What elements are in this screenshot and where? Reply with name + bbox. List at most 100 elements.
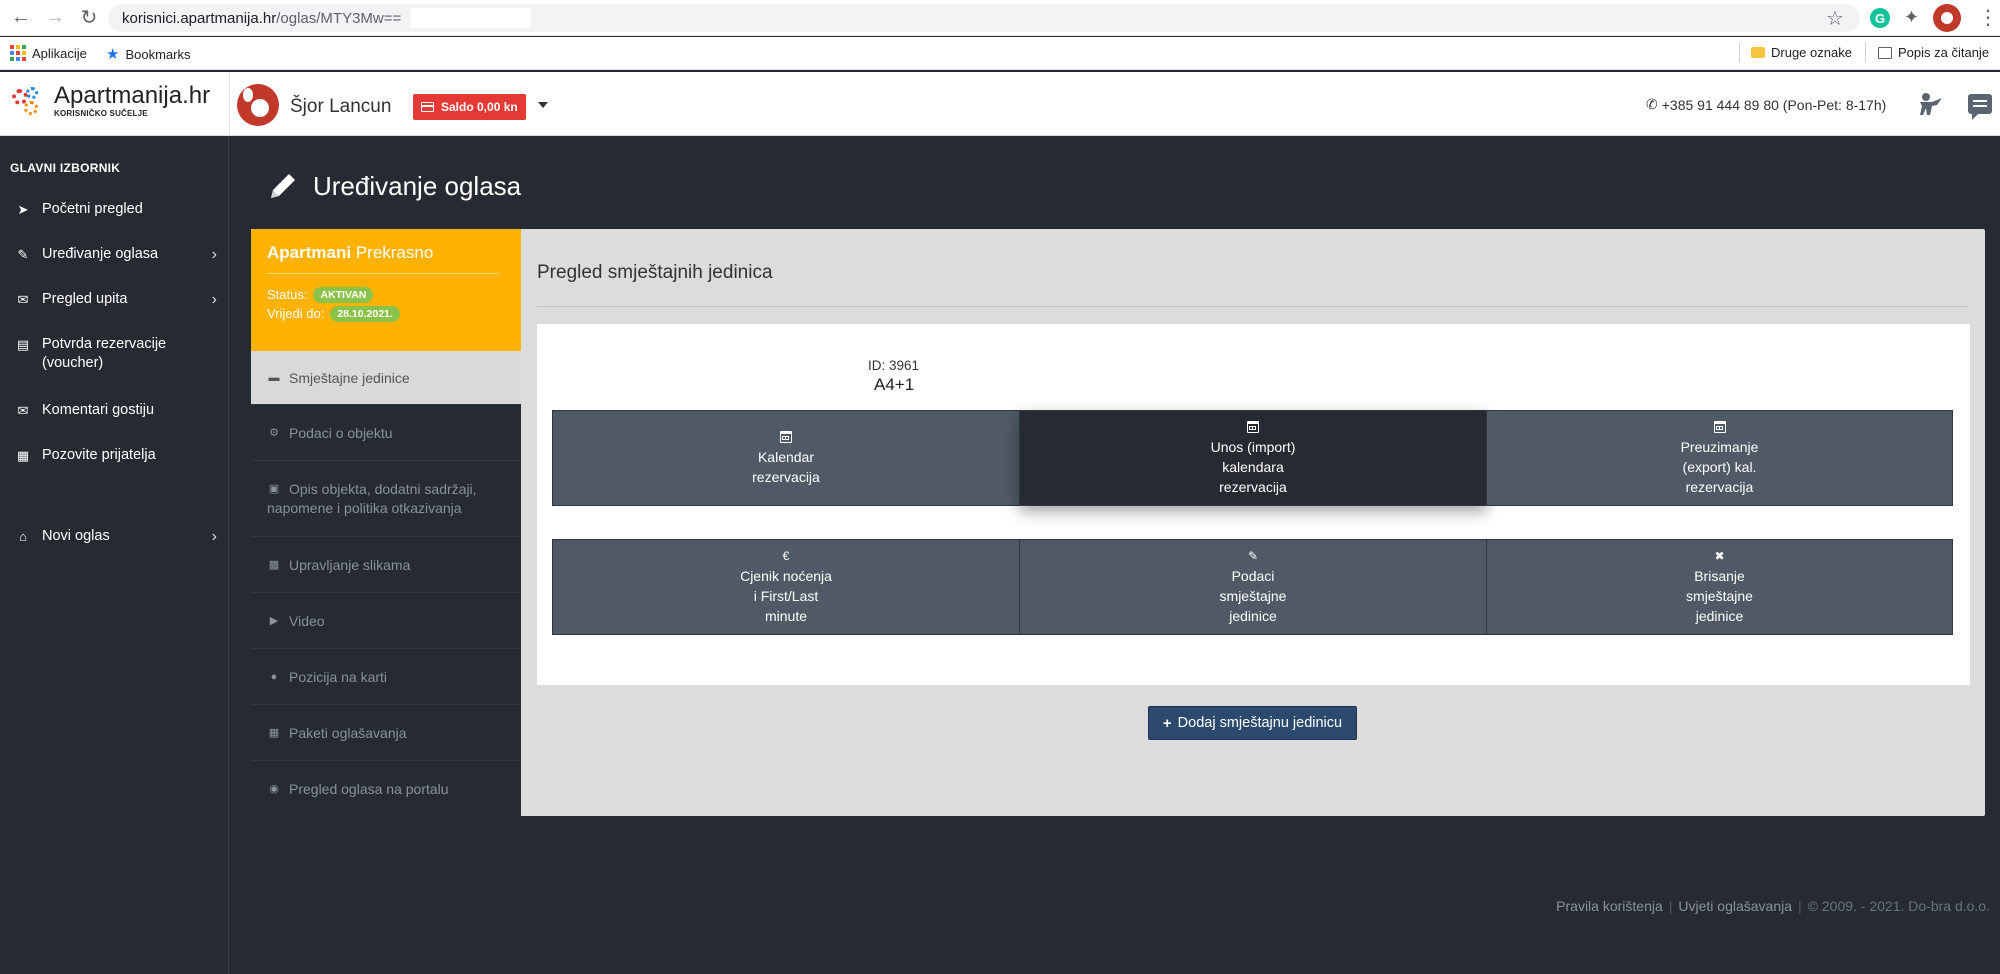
status-row: Status: AKTIVAN: [267, 285, 505, 304]
listing-nav-label: Paketi oglašavanja: [289, 725, 407, 741]
rocket-icon: ➤: [17, 202, 29, 217]
footer-link-uvjeti[interactable]: Uvjeti oglašavanja: [1678, 898, 1792, 914]
tile-label-line: kalendara: [1222, 459, 1284, 475]
app-header: Apartmanija.hr KORISNIČKO SUČELJE Šjor L…: [0, 72, 2000, 136]
plus-icon: +: [1162, 714, 1172, 732]
tile-label-line: rezervacija: [1219, 479, 1287, 495]
tile-label-line: Unos (import): [1210, 439, 1296, 455]
tile-label-line: (export) kal.: [1682, 459, 1757, 475]
address-bar[interactable]: korisnici.apartmanija.hr/oglas/MTY3Mw==: [108, 4, 1860, 32]
status-badge: AKTIVAN: [313, 286, 374, 303]
listing-nav-pozicija-na-karti[interactable]: ● Pozicija na karti: [251, 649, 521, 705]
caret-down-icon[interactable]: [538, 102, 548, 108]
cubes-icon: ▦: [268, 727, 280, 739]
id-card-icon: ▤: [16, 337, 30, 352]
tile-preuzimanje-kalendara[interactable]: Preuzimanje (export) kal. rezervacija: [1486, 410, 1953, 506]
profile-avatar-icon[interactable]: [1933, 4, 1961, 32]
bookmark-star-icon[interactable]: ☆: [1826, 6, 1844, 31]
back-icon[interactable]: ←: [6, 3, 36, 33]
content-title: Pregled smještajnih jedinica: [537, 262, 773, 283]
listing-nav-label: Smještajne jedinice: [289, 370, 410, 386]
content-divider: [537, 306, 1969, 307]
page-title: Uređivanje oglasa: [267, 170, 521, 202]
tile-label-line: Podaci: [1231, 568, 1275, 584]
listing-nav-label: Podaci o objektu: [289, 425, 393, 441]
calendar-icon: [1247, 421, 1259, 433]
tile-unos-kalendara[interactable]: Unos (import) kalendara rezervacija: [1019, 410, 1487, 506]
star-icon: ★: [106, 46, 120, 63]
chevron-right-icon: ›: [211, 291, 217, 308]
sidebar-item-label: Pregled upita: [42, 291, 128, 307]
saldo-button[interactable]: Saldo 0,00 kn: [413, 94, 526, 120]
listing-nav-paketi-oglasavanja[interactable]: ▦ Paketi oglašavanja: [251, 705, 521, 761]
footer-link-pravila[interactable]: Pravila korištenja: [1556, 898, 1663, 914]
bookmark-bookmarks[interactable]: ★ Bookmarks: [106, 45, 190, 63]
close-icon: ✖: [1714, 549, 1725, 563]
tile-cjenik-nocenja[interactable]: € Cjenik noćenja i First/Last minute: [552, 539, 1020, 635]
folder-icon: [1751, 47, 1765, 58]
bookmark-other[interactable]: Druge oznake: [1751, 45, 1852, 60]
tile-label-line: minute: [764, 608, 808, 624]
gift-icon: ▦: [16, 448, 30, 463]
sidebar-item-pocetni-pregled[interactable]: ➤ Početni pregled: [12, 200, 217, 219]
footer-copyright: © 2009. - 2021. Do-bra d.o.o.: [1807, 898, 1990, 914]
user-name[interactable]: Šjor Lancun: [290, 96, 391, 118]
pencil-icon: ✎: [17, 247, 29, 262]
sidebar-item-label: Uređivanje oglasa: [42, 246, 159, 262]
video-icon: ▶: [269, 615, 279, 627]
kebab-menu-icon[interactable]: ⋮: [1978, 5, 1998, 30]
listing-nav-pregled-oglasa[interactable]: ◉ Pregled oglasa na portalu: [251, 761, 521, 816]
bookmarks-divider: [1739, 43, 1740, 63]
reload-icon[interactable]: ↻: [74, 3, 104, 33]
tile-label-line: Brisanje: [1694, 568, 1745, 584]
listing-nav-smjestajne-jedinice[interactable]: ▬ Smještajne jedinice: [251, 351, 521, 405]
sidebar-item-label: Pozovite prijatelja: [42, 447, 156, 463]
user-avatar[interactable]: [237, 84, 279, 126]
unit-name: A4+1: [874, 375, 915, 394]
calendar-icon: [1713, 421, 1726, 433]
tile-brisanje-jedinice[interactable]: ✖ Brisanje smještajne jedinice: [1486, 539, 1953, 635]
url-redaction: [411, 8, 532, 28]
add-unit-button[interactable]: + Dodaj smještajnu jedinicu: [1148, 706, 1357, 740]
sidebar-item-uredivanje-oglasa[interactable]: ✎ Uređivanje oglasa ›: [12, 245, 217, 264]
sidebar-item-komentari-gostiju[interactable]: ✉ Komentari gostiju: [12, 401, 217, 420]
logo-gears-icon: [10, 85, 42, 117]
unit-id: ID: 3961: [868, 358, 920, 373]
sidebar-item-pozovite-prijatelja[interactable]: ▦ Pozovite prijatelja: [12, 446, 217, 465]
chevron-right-icon: ›: [211, 246, 217, 263]
url-path: /oglas/MTY3Mw==: [276, 9, 402, 27]
reading-list[interactable]: Popis za čitanje: [1878, 45, 1989, 60]
phone-icon: ✆: [1646, 96, 1658, 112]
sidebar-item-novi-oglas[interactable]: ⌂ Novi oglas ›: [12, 527, 217, 546]
chat-icon[interactable]: [1968, 94, 1992, 120]
listing-nav-label: Video: [289, 613, 325, 629]
logo-subtitle: KORISNIČKO SUČELJE: [54, 109, 148, 118]
sidebar-item-potvrda-rezervacije[interactable]: ▤ Potvrda rezervacije (voucher): [12, 335, 217, 373]
forward-icon[interactable]: →: [40, 3, 70, 33]
listing-nav-video[interactable]: ▶ Video: [251, 593, 521, 649]
tile-kalendar-rezervacija[interactable]: Kalendar rezervacija: [552, 410, 1020, 506]
gear-icon: ⚙: [269, 427, 279, 439]
grammarly-extension-icon[interactable]: G: [1870, 8, 1890, 28]
valid-badge: 28.10.2021.: [330, 305, 400, 322]
logo[interactable]: Apartmanija.hr KORISNIČKO SUČELJE: [10, 84, 210, 118]
puzzle-extensions-icon[interactable]: ✦: [1904, 7, 1919, 28]
listing-nav-upravljanje-slikama[interactable]: ▩ Upravljanje slikama: [251, 537, 521, 593]
bookmark-apps[interactable]: Aplikacije: [10, 45, 87, 61]
valid-row: Vrijedi do: 28.10.2021.: [267, 304, 505, 323]
listing-divider: [267, 273, 499, 274]
pencil-icon: [271, 174, 295, 198]
sidebar-item-pregled-upita[interactable]: ✉ Pregled upita ›: [12, 290, 217, 309]
reading-list-icon: [1878, 46, 1892, 59]
binoculars-icon: ◉: [269, 783, 279, 795]
footer-separator: |: [1668, 898, 1673, 914]
header-divider: [229, 72, 230, 136]
listing-summary: Apartmani Prekrasno Status: AKTIVAN Vrij…: [251, 229, 521, 351]
superhero-icon[interactable]: [1915, 92, 1943, 116]
listing-nav-podaci-o-objektu[interactable]: ⚙ Podaci o objektu: [251, 405, 521, 461]
logo-title: Apartmanija.hr: [54, 82, 211, 109]
sidebar-item-label: Početni pregled: [42, 201, 143, 217]
tile-podaci-jedinice[interactable]: ✎ Podaci smještajne jedinice: [1019, 539, 1487, 635]
listing-nav-opis-objekta[interactable]: ▣ Opis objekta, dodatni sadržaji, napome…: [251, 461, 521, 537]
tile-label-line: Cjenik noćenja: [740, 568, 832, 584]
